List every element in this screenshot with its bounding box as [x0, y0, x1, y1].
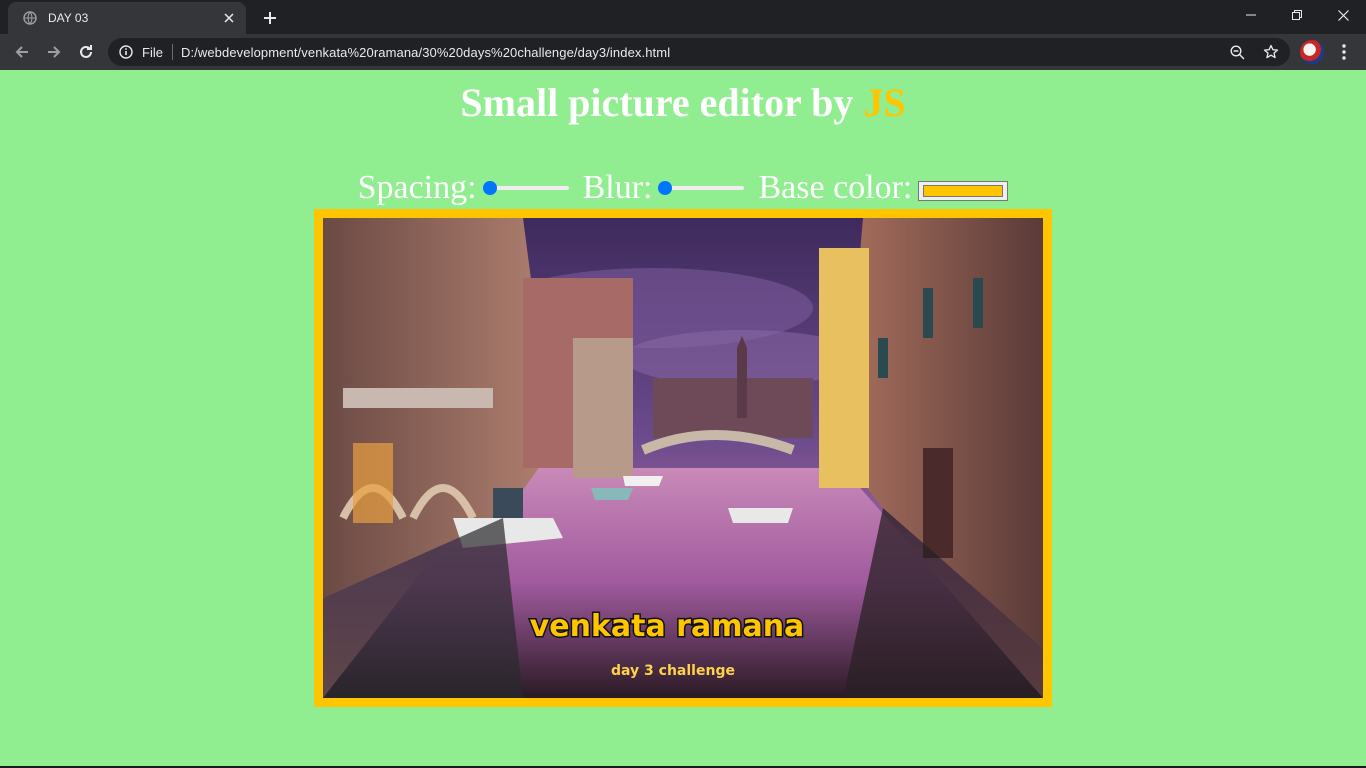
omnibox-divider: [171, 44, 173, 60]
globe-icon: [22, 10, 38, 26]
tab-title: DAY 03: [48, 11, 89, 25]
spacing-slider[interactable]: [482, 180, 569, 196]
restore-icon[interactable]: [1274, 0, 1320, 30]
blur-slider[interactable]: [658, 180, 745, 196]
close-window-icon[interactable]: [1320, 0, 1366, 30]
info-icon[interactable]: [118, 44, 134, 60]
scheme-label: File: [142, 44, 163, 60]
plus-icon[interactable]: [258, 6, 282, 30]
browser-tab[interactable]: DAY 03: [8, 2, 246, 34]
zoom-icon[interactable]: [1228, 43, 1246, 61]
address-bar[interactable]: File D:/webdevelopment/venkata%20ramana/…: [108, 38, 1290, 66]
canal-picture: venkata ramana day 3 challenge: [323, 218, 1043, 698]
base-color-label: Base color:: [758, 169, 913, 206]
blur-label: Blur:: [582, 169, 653, 206]
browser-toolbar: File D:/webdevelopment/venkata%20ramana/…: [0, 34, 1366, 70]
picture-frame: venkata ramana day 3 challenge: [314, 209, 1052, 707]
caption-main: venkata ramana: [530, 609, 805, 644]
page-title-highlight: JS: [863, 80, 906, 125]
page-title: Small picture editor by JS: [0, 78, 1366, 128]
minimize-icon[interactable]: [1228, 0, 1274, 30]
back-arrow-icon[interactable]: [8, 38, 36, 66]
avatar[interactable]: [1300, 40, 1324, 64]
url-text[interactable]: D:/webdevelopment/venkata%20ramana/30%20…: [181, 45, 670, 60]
page-title-text: Small picture editor by: [460, 80, 864, 125]
base-color-swatch: [923, 185, 1004, 197]
blur-slider-track: [662, 186, 745, 190]
blur-slider-thumb[interactable]: [658, 181, 673, 195]
tab-strip: DAY 03: [0, 0, 1366, 34]
menu-dots-icon[interactable]: [1334, 40, 1354, 64]
spacing-label: Spacing:: [357, 169, 477, 206]
editor-controls: Spacing: Blur: Base color:: [0, 168, 1366, 208]
caption-sub: day 3 challenge: [611, 663, 735, 679]
spacing-slider-thumb[interactable]: [482, 181, 497, 195]
page-viewport: Small picture editor by JS Spacing: Blur…: [0, 70, 1366, 766]
base-color-picker[interactable]: [918, 181, 1009, 201]
reload-icon[interactable]: [72, 38, 100, 66]
spacing-slider-track: [486, 186, 569, 190]
forward-arrow-icon[interactable]: [40, 38, 68, 66]
close-icon[interactable]: [220, 9, 238, 27]
star-icon[interactable]: [1262, 43, 1280, 61]
